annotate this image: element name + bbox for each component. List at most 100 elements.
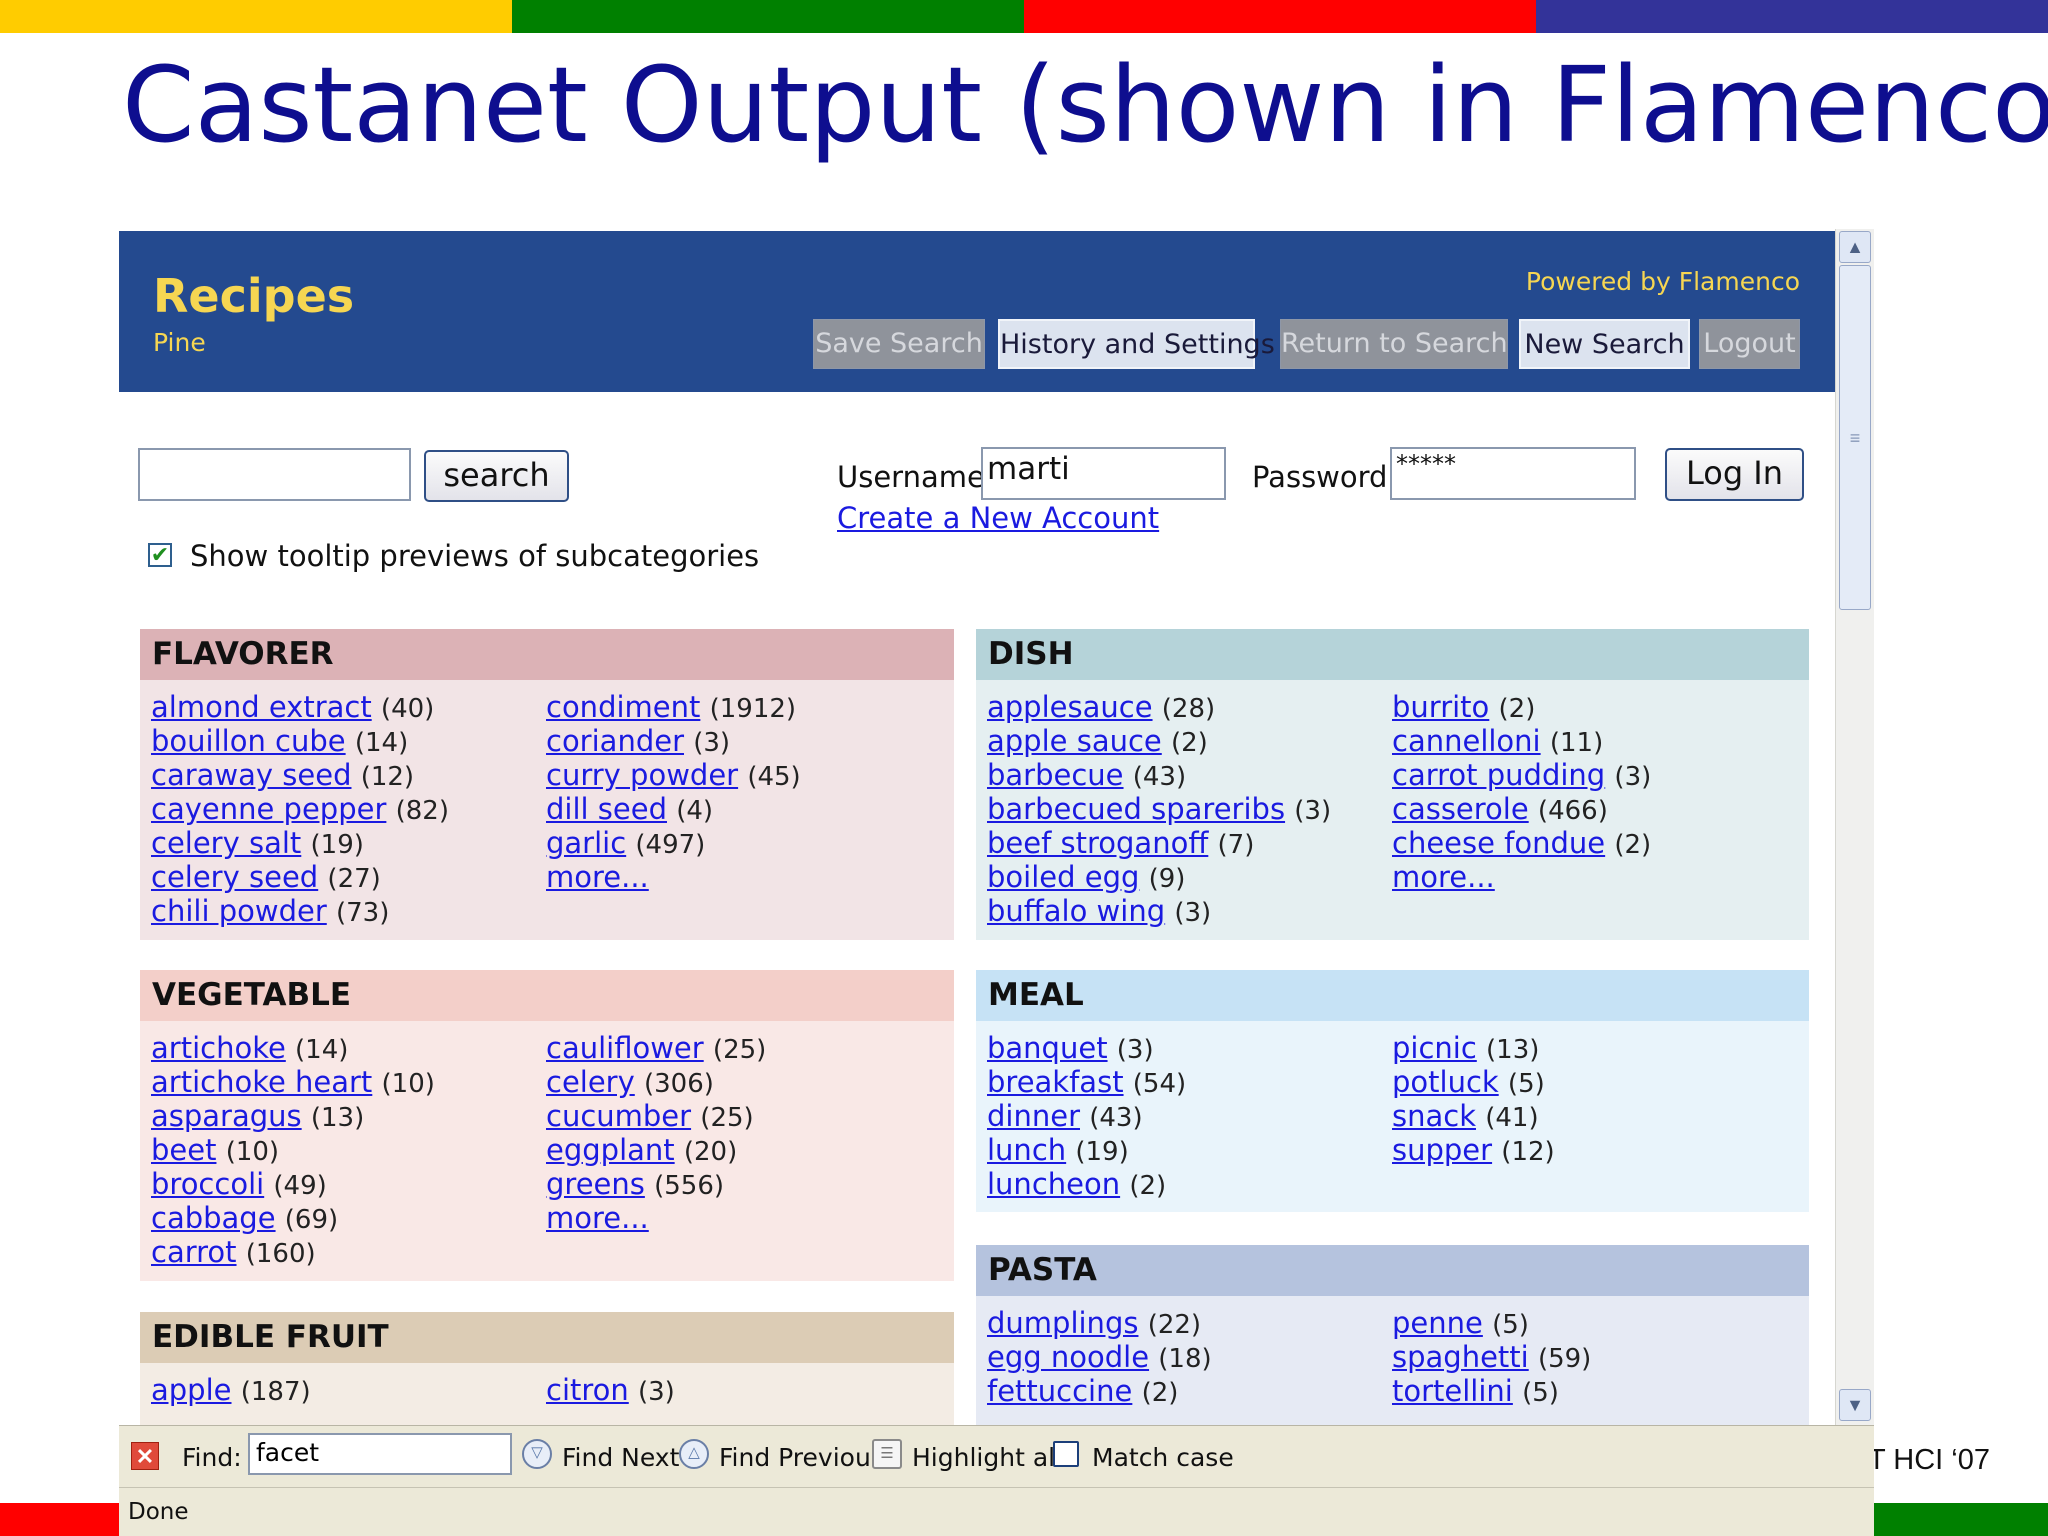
facet-column: cauliflower (25) celery (306) cucumber (25… — [546, 1031, 766, 1235]
find-previous-icon[interactable]: △ — [679, 1439, 709, 1469]
facet-link[interactable]: celery — [546, 1065, 635, 1099]
facet-item: luncheon (2) — [987, 1167, 1186, 1201]
facet-link[interactable]: artichoke heart — [151, 1065, 372, 1099]
facet-count: (27) — [327, 864, 381, 894]
search-button[interactable]: search — [424, 450, 569, 502]
create-account-link[interactable]: Create a New Account — [837, 501, 1159, 535]
vertical-scrollbar[interactable]: ▲ ≡ ▼ — [1835, 229, 1874, 1425]
history-settings-button[interactable]: History and Settings — [998, 319, 1275, 369]
login-button[interactable]: Log In — [1665, 448, 1804, 501]
highlight-all-icon[interactable]: ☰ — [872, 1439, 902, 1469]
facet-link[interactable]: barbecue — [987, 758, 1124, 792]
facet-link[interactable]: broccoli — [151, 1167, 264, 1201]
facet-link[interactable]: egg noodle — [987, 1340, 1149, 1374]
facet-link[interactable]: luncheon — [987, 1167, 1120, 1201]
facet-link[interactable]: chili powder — [151, 894, 327, 928]
facet-item: breakfast (54) — [987, 1065, 1186, 1099]
facet-item: broccoli (49) — [151, 1167, 435, 1201]
facet-link[interactable]: spaghetti — [1392, 1340, 1529, 1374]
facet-link[interactable]: buffalo wing — [987, 894, 1165, 928]
facet-column: applesauce (28) apple sauce (2) barbecue (… — [987, 690, 1331, 928]
facet-link[interactable]: barbecued spareribs — [987, 792, 1285, 826]
facet-link[interactable]: beet — [151, 1133, 216, 1167]
top-stripe-yellow — [0, 0, 512, 33]
facet-link[interactable]: apple sauce — [987, 724, 1162, 758]
facet-link[interactable]: bouillon cube — [151, 724, 346, 758]
facet-count: (11) — [1549, 728, 1604, 758]
close-icon[interactable]: ✕ — [131, 1442, 159, 1470]
more-link[interactable]: more... — [1392, 860, 1495, 894]
facet-item: condiment (1912) — [546, 690, 801, 724]
facet-link[interactable]: carrot pudding — [1392, 758, 1605, 792]
facet-link[interactable]: curry powder — [546, 758, 738, 792]
facet-link[interactable]: almond extract — [151, 690, 372, 724]
facet-link[interactable]: penne — [1392, 1306, 1483, 1340]
match-case-label: Match case — [1092, 1443, 1234, 1472]
facet-count: (19) — [310, 830, 364, 860]
facet-link[interactable]: beef stroganoff — [987, 826, 1208, 860]
facet-link[interactable]: casserole — [1392, 792, 1529, 826]
search-input[interactable] — [138, 448, 411, 501]
facet-link[interactable]: burrito — [1392, 690, 1489, 724]
facet-link[interactable]: greens — [546, 1167, 645, 1201]
facet-link[interactable]: fettuccine — [987, 1374, 1132, 1408]
facet-link[interactable]: cheese fondue — [1392, 826, 1605, 860]
facet-link[interactable]: citron — [546, 1373, 629, 1407]
facet-link[interactable]: cucumber — [546, 1099, 691, 1133]
facet-link[interactable]: celery salt — [151, 826, 301, 860]
facet-link[interactable]: cannelloni — [1392, 724, 1541, 758]
facet-link[interactable]: banquet — [987, 1031, 1108, 1065]
facet-link[interactable]: coriander — [546, 724, 684, 758]
facet-count: (4) — [676, 796, 714, 826]
facet-link[interactable]: cabbage — [151, 1201, 276, 1235]
facet-link[interactable]: dinner — [987, 1099, 1080, 1133]
facet-link[interactable]: dumplings — [987, 1306, 1138, 1340]
facet-link[interactable]: boiled egg — [987, 860, 1139, 894]
username-field[interactable]: marti — [981, 447, 1226, 500]
password-field[interactable]: ***** — [1390, 447, 1636, 500]
facet-link[interactable]: tortellini — [1392, 1374, 1513, 1408]
facet-link[interactable]: applesauce — [987, 690, 1153, 724]
facet-flavorer: FLAVORER almond extract (40) bouillon cub… — [140, 629, 954, 940]
facet-item: picnic (13) — [1392, 1031, 1555, 1065]
facet-link[interactable]: asparagus — [151, 1099, 302, 1133]
facet-item: curry powder (45) — [546, 758, 801, 792]
save-search-button[interactable]: Save Search — [813, 319, 985, 369]
facet-link[interactable]: eggplant — [546, 1133, 675, 1167]
facet-link[interactable]: supper — [1392, 1133, 1492, 1167]
facet-edible-fruit: EDIBLE FRUIT apple (187) citron (3) — [140, 1312, 954, 1425]
facet-count: (3) — [1614, 762, 1652, 792]
return-to-search-button[interactable]: Return to Search — [1280, 319, 1508, 369]
facet-link[interactable]: artichoke — [151, 1031, 286, 1065]
facet-title: MEAL — [976, 970, 1809, 1021]
find-input[interactable]: facet — [248, 1433, 512, 1475]
more-link[interactable]: more... — [546, 1201, 649, 1235]
facet-link[interactable]: condiment — [546, 690, 700, 724]
facet-link[interactable]: picnic — [1392, 1031, 1477, 1065]
scroll-down-icon[interactable]: ▼ — [1839, 1389, 1871, 1421]
tooltip-preview-checkbox[interactable]: ✔ — [148, 543, 172, 567]
facet-link[interactable]: lunch — [987, 1133, 1066, 1167]
logout-button[interactable]: Logout — [1699, 319, 1800, 369]
more-link[interactable]: more... — [546, 860, 649, 894]
new-search-button[interactable]: New Search — [1519, 319, 1690, 369]
facet-link[interactable]: carrot — [151, 1235, 237, 1269]
facet-link[interactable]: celery seed — [151, 860, 318, 894]
facet-link[interactable]: snack — [1392, 1099, 1476, 1133]
facet-link[interactable]: garlic — [546, 826, 626, 860]
find-previous-button[interactable]: Find Previous — [719, 1443, 884, 1472]
facet-link[interactable]: potluck — [1392, 1065, 1499, 1099]
facet-link[interactable]: dill seed — [546, 792, 667, 826]
facet-link[interactable]: cayenne pepper — [151, 792, 386, 826]
facet-link[interactable]: caraway seed — [151, 758, 351, 792]
scroll-up-icon[interactable]: ▲ — [1839, 231, 1871, 263]
find-next-button[interactable]: Find Next — [562, 1443, 679, 1472]
match-case-checkbox[interactable] — [1053, 1441, 1079, 1467]
facet-link[interactable]: cauliflower — [546, 1031, 704, 1065]
facet-link[interactable]: apple — [151, 1373, 232, 1407]
facet-item: dumplings (22) — [987, 1306, 1212, 1340]
facet-link[interactable]: breakfast — [987, 1065, 1124, 1099]
find-next-icon[interactable]: ▽ — [522, 1439, 552, 1469]
highlight-all-button[interactable]: Highlight all — [912, 1443, 1062, 1472]
scrollbar-thumb[interactable]: ≡ — [1839, 265, 1871, 610]
